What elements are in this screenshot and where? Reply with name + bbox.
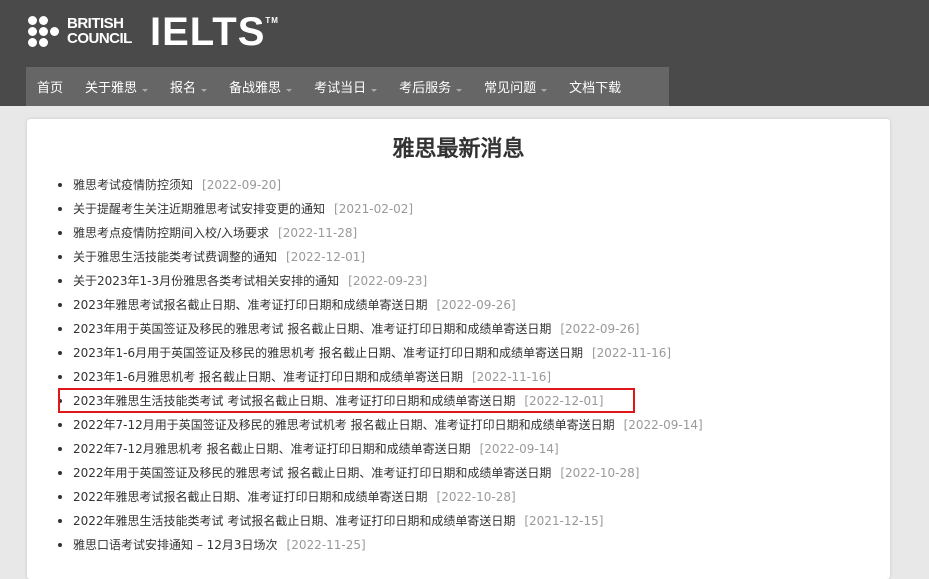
bullet [58,183,62,187]
bullet [58,231,62,235]
list-item: 2022年7-12月用于英国签证及移民的雅思考试机考 报名截止日期、准考证打印日… [58,413,703,437]
news-date: [2022-09-26] [436,298,516,312]
list-item: 关于雅思生活技能类考试费调整的通知 [2022-12-01] [58,245,703,269]
list-item: 雅思考试疫情防控须知 [2022-09-20] [58,173,703,197]
nav-item-test-day[interactable]: 考试当日 [303,67,388,106]
list-item: 2022年雅思生活技能类考试 考试报名截止日期、准考证打印日期和成绩单寄送日期 [… [58,509,703,533]
nav-item-register[interactable]: 报名 [159,67,218,106]
news-date: [2022-11-25] [286,538,366,552]
bullet [58,447,62,451]
news-link[interactable]: 雅思口语考试安排通知 – 12月3日场次 [73,533,278,557]
news-link[interactable]: 雅思考点疫情防控期间入校/入场要求 [73,221,269,245]
news-link[interactable]: 关于提醒考生关注近期雅思考试安排变更的通知 [73,197,325,221]
list-item: 雅思考点疫情防控期间入校/入场要求 [2022-11-28] [58,221,703,245]
news-date: [2022-09-26] [560,322,640,336]
nav-item-after-test[interactable]: 考后服务 [388,67,473,106]
bullet [58,519,62,523]
news-date: [2021-02-02] [334,202,414,216]
list-item: 雅思口语考试安排通知 – 12月3日场次 [2022-11-25] [58,533,703,557]
nav-item-home[interactable]: 首页 [26,67,74,106]
news-list: 雅思考试疫情防控须知 [2022-09-20] 关于提醒考生关注近期雅思考试安排变… [58,173,703,557]
page-title: 雅思最新消息 [392,137,525,162]
news-link[interactable]: 2022年7-12月雅思机考 报名截止日期、准考证打印日期和成绩单寄送日期 [73,437,471,461]
news-date: [2022-11-16] [471,370,552,384]
nav-item-faq[interactable]: 常见问题 [473,67,558,106]
list-item: 2023年雅思考试报名截止日期、准考证打印日期和成绩单寄送日期 [2022-09-… [58,293,703,317]
main-nav: 首页 关于雅思 报名 备战雅思 考试当日 考后服务 常见问题 文档下载 [26,67,669,106]
news-link[interactable]: 2022年7-12月用于英国签证及移民的雅思考试机考 报名截止日期、准考证打印日… [73,413,615,437]
bullet [58,375,62,379]
list-item: 关于2023年1-3月份雅思各类考试相关安排的通知 [2022-09-23] [58,269,703,293]
news-link[interactable]: 2023年雅思考试报名截止日期、准考证打印日期和成绩单寄送日期 [73,293,428,317]
bullet [58,471,62,475]
bullet [58,279,62,283]
site-header: BRITISH COUNCIL IELTSTM 首页 关于雅思 报名 备战雅思 … [0,0,929,106]
chevron-down-icon [456,89,463,92]
news-link[interactable]: 雅思考试疫情防控须知 [73,173,193,197]
news-link[interactable]: 2022年雅思生活技能类考试 考试报名截止日期、准考证打印日期和成绩单寄送日期 [73,509,515,533]
list-item: 2022年用于英国签证及移民的雅思考试 报名截止日期、准考证打印日期和成绩单寄送… [58,461,703,485]
bullet [58,255,62,259]
bullet [58,423,62,427]
chevron-down-icon [201,89,208,92]
news-date: [2022-09-14] [479,442,559,456]
news-date: [2022-11-16] [591,346,672,360]
news-link[interactable]: 2023年用于英国签证及移民的雅思考试 报名截止日期、准考证打印日期和成绩单寄送… [73,317,551,341]
bullet [58,207,62,211]
list-item: 2022年雅思考试报名截止日期、准考证打印日期和成绩单寄送日期 [2022-10-… [58,485,703,509]
list-item: 2023年1-6月用于英国签证及移民的雅思机考 报名截止日期、准考证打印日期和成… [58,341,703,365]
british-council-wordmark: BRITISH COUNCIL [67,15,132,47]
list-item: 关于提醒考生关注近期雅思考试安排变更的通知 [2021-02-02] [58,197,703,221]
british-council-logo[interactable]: BRITISH COUNCIL [28,14,132,48]
news-date: [2022-11-28] [278,226,358,240]
news-link[interactable]: 2022年用于英国签证及移民的雅思考试 报名截止日期、准考证打印日期和成绩单寄送… [73,461,551,485]
chevron-down-icon [541,89,548,92]
ielts-logo[interactable]: IELTSTM [150,10,279,55]
list-item: 2023年用于英国签证及移民的雅思考试 报名截止日期、准考证打印日期和成绩单寄送… [58,317,703,341]
bullet [58,351,62,355]
news-link[interactable]: 关于雅思生活技能类考试费调整的通知 [73,245,277,269]
news-link[interactable]: 2023年1-6月雅思机考 报名截止日期、准考证打印日期和成绩单寄送日期 [73,365,463,389]
chevron-down-icon [142,89,149,92]
chevron-down-icon [371,89,378,92]
news-panel: 雅思最新消息 雅思考试疫情防控须知 [2022-09-20] 关于提醒考生关注近期… [27,119,890,579]
bullet [58,495,62,499]
news-date: [2021-12-15] [524,514,604,528]
list-item: 2023年1-6月雅思机考 报名截止日期、准考证打印日期和成绩单寄送日期 [202… [58,365,703,389]
highlight-box [58,388,635,413]
bullet [58,327,62,331]
list-item: 2022年7-12月雅思机考 报名截止日期、准考证打印日期和成绩单寄送日期 [20… [58,437,703,461]
chevron-down-icon [286,89,293,92]
news-date: [2022-12-01] [286,250,366,264]
nav-item-downloads[interactable]: 文档下载 [558,67,632,106]
bullet [58,543,62,547]
bullet [58,303,62,307]
news-date: [2022-09-14] [623,418,703,432]
news-date: [2022-09-23] [348,274,428,288]
nav-item-prepare[interactable]: 备战雅思 [218,67,303,106]
news-link[interactable]: 2023年1-6月用于英国签证及移民的雅思机考 报名截止日期、准考证打印日期和成… [73,341,583,365]
news-date: [2022-10-28] [560,466,640,480]
british-council-dots-icon [28,15,59,47]
nav-item-about[interactable]: 关于雅思 [74,67,159,106]
news-link[interactable]: 2022年雅思考试报名截止日期、准考证打印日期和成绩单寄送日期 [73,485,428,509]
news-date: [2022-10-28] [436,490,516,504]
news-link[interactable]: 关于2023年1-3月份雅思各类考试相关安排的通知 [73,269,339,293]
news-date: [2022-09-20] [202,178,282,192]
